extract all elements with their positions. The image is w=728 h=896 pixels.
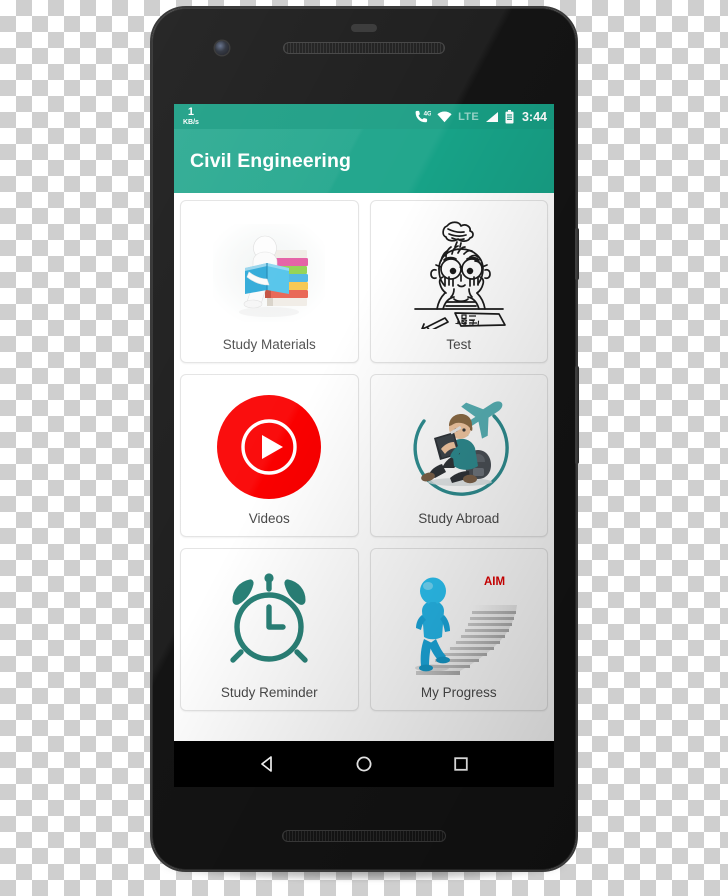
lte-label: LTE — [458, 110, 479, 123]
network-speed-value: 1 — [187, 106, 195, 118]
grid-item-label: Study Materials — [222, 337, 316, 352]
aim-text: AIM — [484, 576, 505, 588]
page-root: 1 KB/s 4G LTE 3:44 Civil Engineering Stu… — [0, 0, 728, 896]
signal-bars-icon — [485, 111, 499, 123]
battery-icon — [505, 109, 514, 124]
home-circle-icon — [356, 756, 372, 772]
smartphone-device: 1 KB/s 4G LTE 3:44 Civil Engineering Stu… — [150, 6, 579, 872]
wifi-icon — [437, 111, 452, 123]
feature-grid: Study Materials TEST Test Videos Study A… — [180, 200, 548, 711]
grid-item-label: Test — [446, 337, 472, 352]
back-button[interactable] — [247, 744, 287, 784]
front-camera-icon — [215, 41, 229, 55]
grid-item-study-abroad[interactable]: Study Abroad — [369, 374, 548, 537]
navigation-bar — [174, 741, 554, 787]
my-progress-illustration: AIM — [375, 556, 544, 685]
device-screen: 1 KB/s 4G LTE 3:44 Civil Engineering Stu… — [174, 104, 554, 741]
test-paper-text: TEST — [453, 316, 481, 328]
network-speed-unit: KB/s — [183, 119, 199, 126]
grid-item-study-materials[interactable]: Study Materials — [180, 200, 359, 363]
power-button[interactable] — [575, 228, 579, 280]
volume-button[interactable] — [575, 366, 579, 464]
grid-item-study-reminder[interactable]: Study Reminder — [180, 548, 359, 711]
grid-item-label: My Progress — [420, 685, 497, 700]
grid-item-label: Study Reminder — [220, 685, 318, 700]
earpiece-speaker — [283, 42, 445, 54]
status-bar-clock: 3:44 — [521, 109, 547, 124]
videos-play-icon — [185, 382, 354, 511]
grid-item-label: Videos — [248, 511, 290, 526]
back-triangle-icon — [260, 756, 272, 772]
test-illustration: TEST — [375, 208, 544, 337]
status-icon-tray: 4G LTE 3:44 — [414, 109, 547, 124]
grid-item-test[interactable]: TEST Test — [369, 200, 548, 363]
alarm-clock-icon — [185, 556, 354, 685]
main-content: Study Materials TEST Test Videos Study A… — [174, 193, 554, 741]
app-bar: Civil Engineering — [174, 129, 554, 193]
network-speed-indicator: 1 KB/s — [183, 106, 199, 127]
page-title: Civil Engineering — [190, 149, 351, 172]
recents-button[interactable] — [441, 744, 481, 784]
grid-item-videos[interactable]: Videos — [180, 374, 359, 537]
grid-item-label: Study Abroad — [418, 511, 500, 526]
svg-text:4G: 4G — [424, 110, 431, 117]
recents-square-icon — [454, 757, 469, 771]
study-materials-illustration — [185, 208, 354, 337]
grid-item-my-progress[interactable]: AIM My Progress — [369, 548, 548, 711]
study-abroad-illustration — [375, 382, 544, 511]
home-button[interactable] — [344, 744, 384, 784]
bottom-speaker — [282, 830, 446, 842]
proximity-sensor-slot — [351, 24, 377, 32]
call-4g-icon: 4G — [414, 110, 431, 124]
status-bar: 1 KB/s 4G LTE 3:44 — [174, 104, 554, 129]
